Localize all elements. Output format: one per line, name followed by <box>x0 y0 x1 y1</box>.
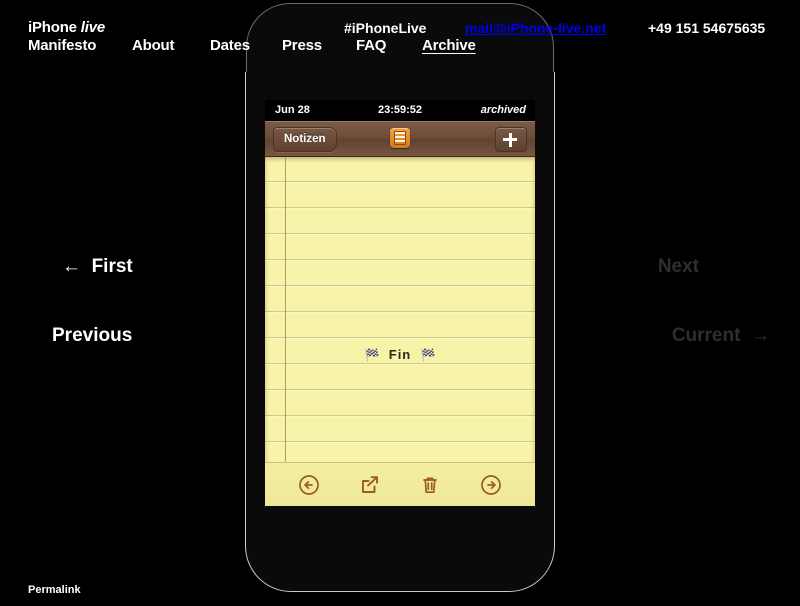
nav-next-label: Next <box>657 256 699 277</box>
nav-next-link: Next <box>658 256 699 278</box>
nav-item-faq[interactable]: FAQ <box>356 37 386 54</box>
checkered-flag-icon-right: 🏁 <box>420 348 436 362</box>
plus-icon-vertical <box>508 132 512 147</box>
note-body-text: 🏁 Fin 🏁 <box>265 347 535 362</box>
previous-note-icon[interactable] <box>294 470 324 500</box>
site-logo: iPhone live <box>28 19 105 36</box>
nav-item-about[interactable]: About <box>132 37 175 54</box>
arrow-right-icon: → <box>751 325 770 346</box>
next-note-icon[interactable] <box>476 470 506 500</box>
brand-name: iPhone <box>28 19 81 36</box>
phone-screen: Jun 28 23:59:52 archived Notizen 🏁 Fin 🏁 <box>265 100 535 506</box>
share-icon[interactable] <box>355 470 385 500</box>
permalink-link[interactable]: Permalink <box>28 584 81 596</box>
nav-previous-label: Previous <box>52 325 133 346</box>
nav-previous-link[interactable]: Previous <box>52 325 132 347</box>
brand-name-italic: live <box>80 19 106 36</box>
nav-item-manifesto[interactable]: Manifesto <box>28 37 96 54</box>
note-text-value: Fin <box>388 347 412 362</box>
nav-first-label: First <box>91 256 133 277</box>
back-to-notes-button[interactable]: Notizen <box>273 127 337 152</box>
nav-first-link[interactable]: ← First <box>62 256 133 278</box>
status-state: archived <box>480 104 526 116</box>
notes-navigation-bar: Notizen <box>265 121 535 157</box>
arrow-left-icon: ← <box>62 256 81 277</box>
email-link[interactable]: mail@iPhone-live.net <box>465 20 606 36</box>
notes-app-icon-glyph <box>394 131 406 145</box>
phone-number-label: +49 151 54675635 <box>648 20 766 36</box>
notes-bottom-toolbar <box>265 462 535 506</box>
nav-item-dates[interactable]: Dates <box>210 37 250 54</box>
nav-current-link: Current → <box>672 325 770 347</box>
add-note-button[interactable] <box>495 127 527 152</box>
trash-icon[interactable] <box>415 470 445 500</box>
note-paper[interactable]: 🏁 Fin 🏁 <box>265 157 535 506</box>
checkered-flag-icon-left: 🏁 <box>364 348 380 362</box>
notes-app-icon <box>390 128 410 148</box>
nav-item-press[interactable]: Press <box>282 37 322 54</box>
nav-current-label: Current <box>671 325 741 346</box>
status-bar: Jun 28 23:59:52 archived <box>265 100 535 121</box>
nav-item-archive[interactable]: Archive <box>422 37 476 54</box>
hashtag-label: #iPhoneLive <box>344 20 427 36</box>
